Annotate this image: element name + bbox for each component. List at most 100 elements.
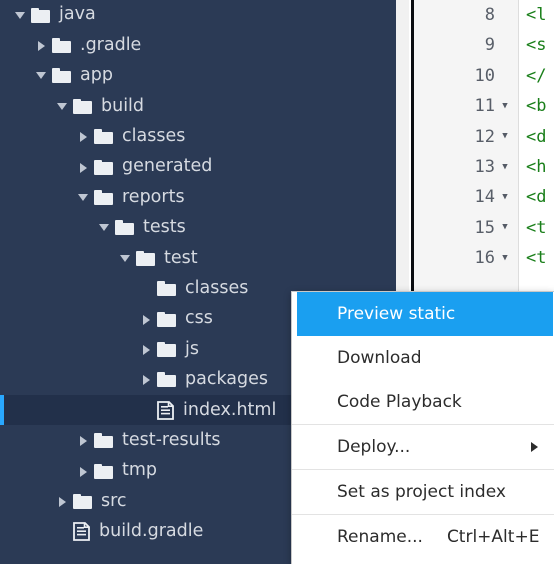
line-number: 16 <box>474 248 495 269</box>
editor-gutter-line: 8 <box>414 0 518 30</box>
context-menu-item[interactable]: Download <box>292 336 554 380</box>
context-menu-item-label: Deploy... <box>337 437 411 457</box>
editor-code-line: <l <box>526 5 547 25</box>
tree-arrow-placeholder <box>55 524 70 539</box>
editor-gutter-line: 13 ▼ <box>414 152 518 182</box>
code-fold-icon[interactable]: ▼ <box>498 132 512 141</box>
folder-icon <box>94 190 113 206</box>
editor-code-line: <d <box>526 126 547 147</box>
tree-row[interactable]: reports <box>0 182 396 212</box>
chevron-down-icon[interactable] <box>55 99 70 114</box>
tree-row[interactable]: java <box>0 0 396 30</box>
chevron-right-icon[interactable] <box>139 372 154 387</box>
editor-code-line: </ <box>526 65 547 86</box>
code-fold-icon[interactable]: ▼ <box>498 193 512 202</box>
tree-item-label: css <box>185 308 213 329</box>
context-menu-item[interactable]: Deploy... <box>292 425 554 469</box>
ide-window: 8 9 10 11 ▼ 12 ▼ 13 ▼ 14 ▼ 15 ▼ 16 ▼ <l <s </<b <d <h <d <t <… <box>0 0 554 564</box>
context-menu-item[interactable]: Rename... Ctrl+Alt+E <box>292 515 554 559</box>
context-menu-item-label: Preview static <box>337 304 456 324</box>
code-fold-icon[interactable]: ▼ <box>498 101 512 111</box>
chevron-right-icon[interactable] <box>55 494 70 509</box>
folder-icon <box>157 372 176 388</box>
context-menu-item-label: Download <box>337 348 422 368</box>
tree-row[interactable]: .gradle <box>0 30 396 60</box>
context-menu-item[interactable]: Code Playback <box>292 380 554 424</box>
context-menu-item[interactable]: Preview static <box>297 292 553 336</box>
chevron-down-icon[interactable] <box>118 251 133 266</box>
context-menu-item-label: Rename... <box>337 527 423 547</box>
folder-icon <box>73 493 92 509</box>
context-menu-item[interactable]: Set as project index <box>292 470 554 514</box>
tree-item-label: classes <box>185 277 249 298</box>
chevron-right-icon[interactable] <box>76 433 91 448</box>
context-menu-item-label: Code Playback <box>337 392 462 412</box>
tree-item-label: reports <box>122 186 185 207</box>
tree-item-label: build <box>101 95 145 116</box>
tree-arrow-placeholder <box>139 281 154 296</box>
tree-arrow-placeholder <box>139 403 154 418</box>
file-context-menu[interactable]: Preview static Download Code Playback Deplo… <box>291 291 554 564</box>
folder-icon <box>52 68 71 84</box>
tree-row[interactable]: classes <box>0 122 396 152</box>
folder-icon <box>52 38 71 54</box>
chevron-right-icon[interactable] <box>34 38 49 53</box>
editor-code-line: <t <box>526 217 547 238</box>
tree-item-label: generated <box>122 156 213 177</box>
tree-item-label: tmp <box>122 460 158 481</box>
editor-code-line: <t <box>526 248 547 269</box>
tree-item-label: tests <box>143 217 186 238</box>
line-number: 15 <box>474 217 495 238</box>
chevron-right-icon[interactable] <box>139 312 154 327</box>
folder-icon <box>115 220 134 236</box>
editor-gutter-line: 9 <box>414 30 518 60</box>
context-menu-item-label: Set as project index <box>337 482 506 502</box>
tree-item-label: packages <box>185 369 268 390</box>
context-menu-shortcut: Ctrl+Alt+E <box>446 527 540 547</box>
editor-gutter-line: 15 ▼ <box>414 213 518 243</box>
chevron-down-icon[interactable] <box>13 8 28 23</box>
tree-row[interactable]: generated <box>0 152 396 182</box>
line-number: 11 <box>474 96 495 117</box>
tree-item-label: build.gradle <box>99 521 204 542</box>
chevron-down-icon[interactable] <box>97 220 112 235</box>
line-number: 9 <box>484 35 495 56</box>
folder-icon <box>157 281 176 297</box>
chevron-right-icon[interactable] <box>76 160 91 175</box>
tree-item-label: js <box>185 338 199 359</box>
tree-item-label: .gradle <box>80 34 142 55</box>
line-number: 13 <box>474 156 495 177</box>
tree-row[interactable]: test <box>0 243 396 273</box>
folder-icon <box>73 98 92 114</box>
editor-code-line: <h <box>526 156 547 177</box>
tree-item-label: app <box>80 65 113 86</box>
chevron-right-icon[interactable] <box>76 129 91 144</box>
chevron-right-icon[interactable] <box>76 464 91 479</box>
chevron-down-icon[interactable] <box>76 190 91 205</box>
folder-icon <box>157 311 176 327</box>
tree-item-label: src <box>101 490 127 511</box>
line-number: 10 <box>474 65 495 86</box>
file-icon <box>73 522 90 542</box>
code-fold-icon[interactable]: ▼ <box>498 223 512 232</box>
editor-code-line: <b <box>526 96 547 117</box>
editor-gutter-line: 11 ▼ <box>414 91 518 121</box>
chevron-down-icon[interactable] <box>34 68 49 83</box>
submenu-arrow-icon <box>531 442 538 452</box>
tree-row[interactable]: tests <box>0 213 396 243</box>
line-number: 14 <box>474 187 495 208</box>
editor-code-line: <d <box>526 187 547 208</box>
folder-icon <box>157 341 176 357</box>
folder-icon <box>31 7 50 23</box>
tree-item-label: java <box>59 4 96 25</box>
code-fold-icon[interactable]: ▼ <box>498 253 512 263</box>
code-fold-icon[interactable]: ▼ <box>498 162 512 172</box>
chevron-right-icon[interactable] <box>139 342 154 357</box>
tree-item-label: test-results <box>122 429 221 450</box>
tree-row[interactable]: build <box>0 91 396 121</box>
editor-gutter-line: 16 ▼ <box>414 243 518 273</box>
tree-row[interactable]: app <box>0 61 396 91</box>
folder-icon <box>94 159 113 175</box>
folder-icon <box>94 433 113 449</box>
editor-code-line: <s <box>526 35 547 56</box>
